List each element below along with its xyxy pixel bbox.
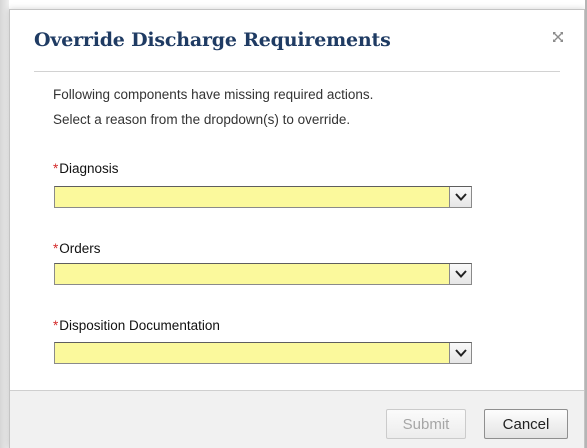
- diagnosis-label: *Diagnosis: [53, 161, 119, 176]
- override-discharge-dialog: Override Discharge Requirements Followin…: [9, 9, 585, 448]
- diagnosis-reason-select[interactable]: [54, 186, 472, 208]
- dialog-title: Override Discharge Requirements: [34, 29, 391, 51]
- dialog-titlebar: Override Discharge Requirements: [10, 10, 584, 72]
- dialog-footer: Submit Cancel: [10, 390, 584, 448]
- chevron-down-icon[interactable]: [449, 343, 471, 363]
- cancel-button[interactable]: Cancel: [484, 409, 568, 439]
- required-marker: *: [53, 318, 59, 333]
- disposition-documentation-reason-select[interactable]: [54, 342, 472, 364]
- orders-label-text: Orders: [59, 241, 101, 256]
- disposition-documentation-label-text: Disposition Documentation: [59, 318, 220, 333]
- backdrop-edge: [0, 0, 9, 448]
- orders-reason-select[interactable]: [54, 263, 472, 285]
- instruction-line: Select a reason from the dropdown(s) to …: [53, 112, 351, 127]
- orders-label: *Orders: [53, 241, 101, 256]
- chevron-down-icon[interactable]: [449, 187, 471, 207]
- instructions: Following components have missing requir…: [53, 82, 373, 132]
- diagnosis-label-text: Diagnosis: [59, 161, 119, 176]
- required-marker: *: [53, 161, 59, 176]
- instruction-line: Following components have missing requir…: [53, 87, 374, 102]
- close-icon[interactable]: [552, 30, 564, 42]
- submit-button[interactable]: Submit: [386, 409, 466, 439]
- title-divider: [34, 71, 560, 72]
- required-marker: *: [53, 241, 59, 256]
- chevron-down-icon[interactable]: [449, 264, 471, 284]
- disposition-documentation-label: *Disposition Documentation: [53, 318, 220, 333]
